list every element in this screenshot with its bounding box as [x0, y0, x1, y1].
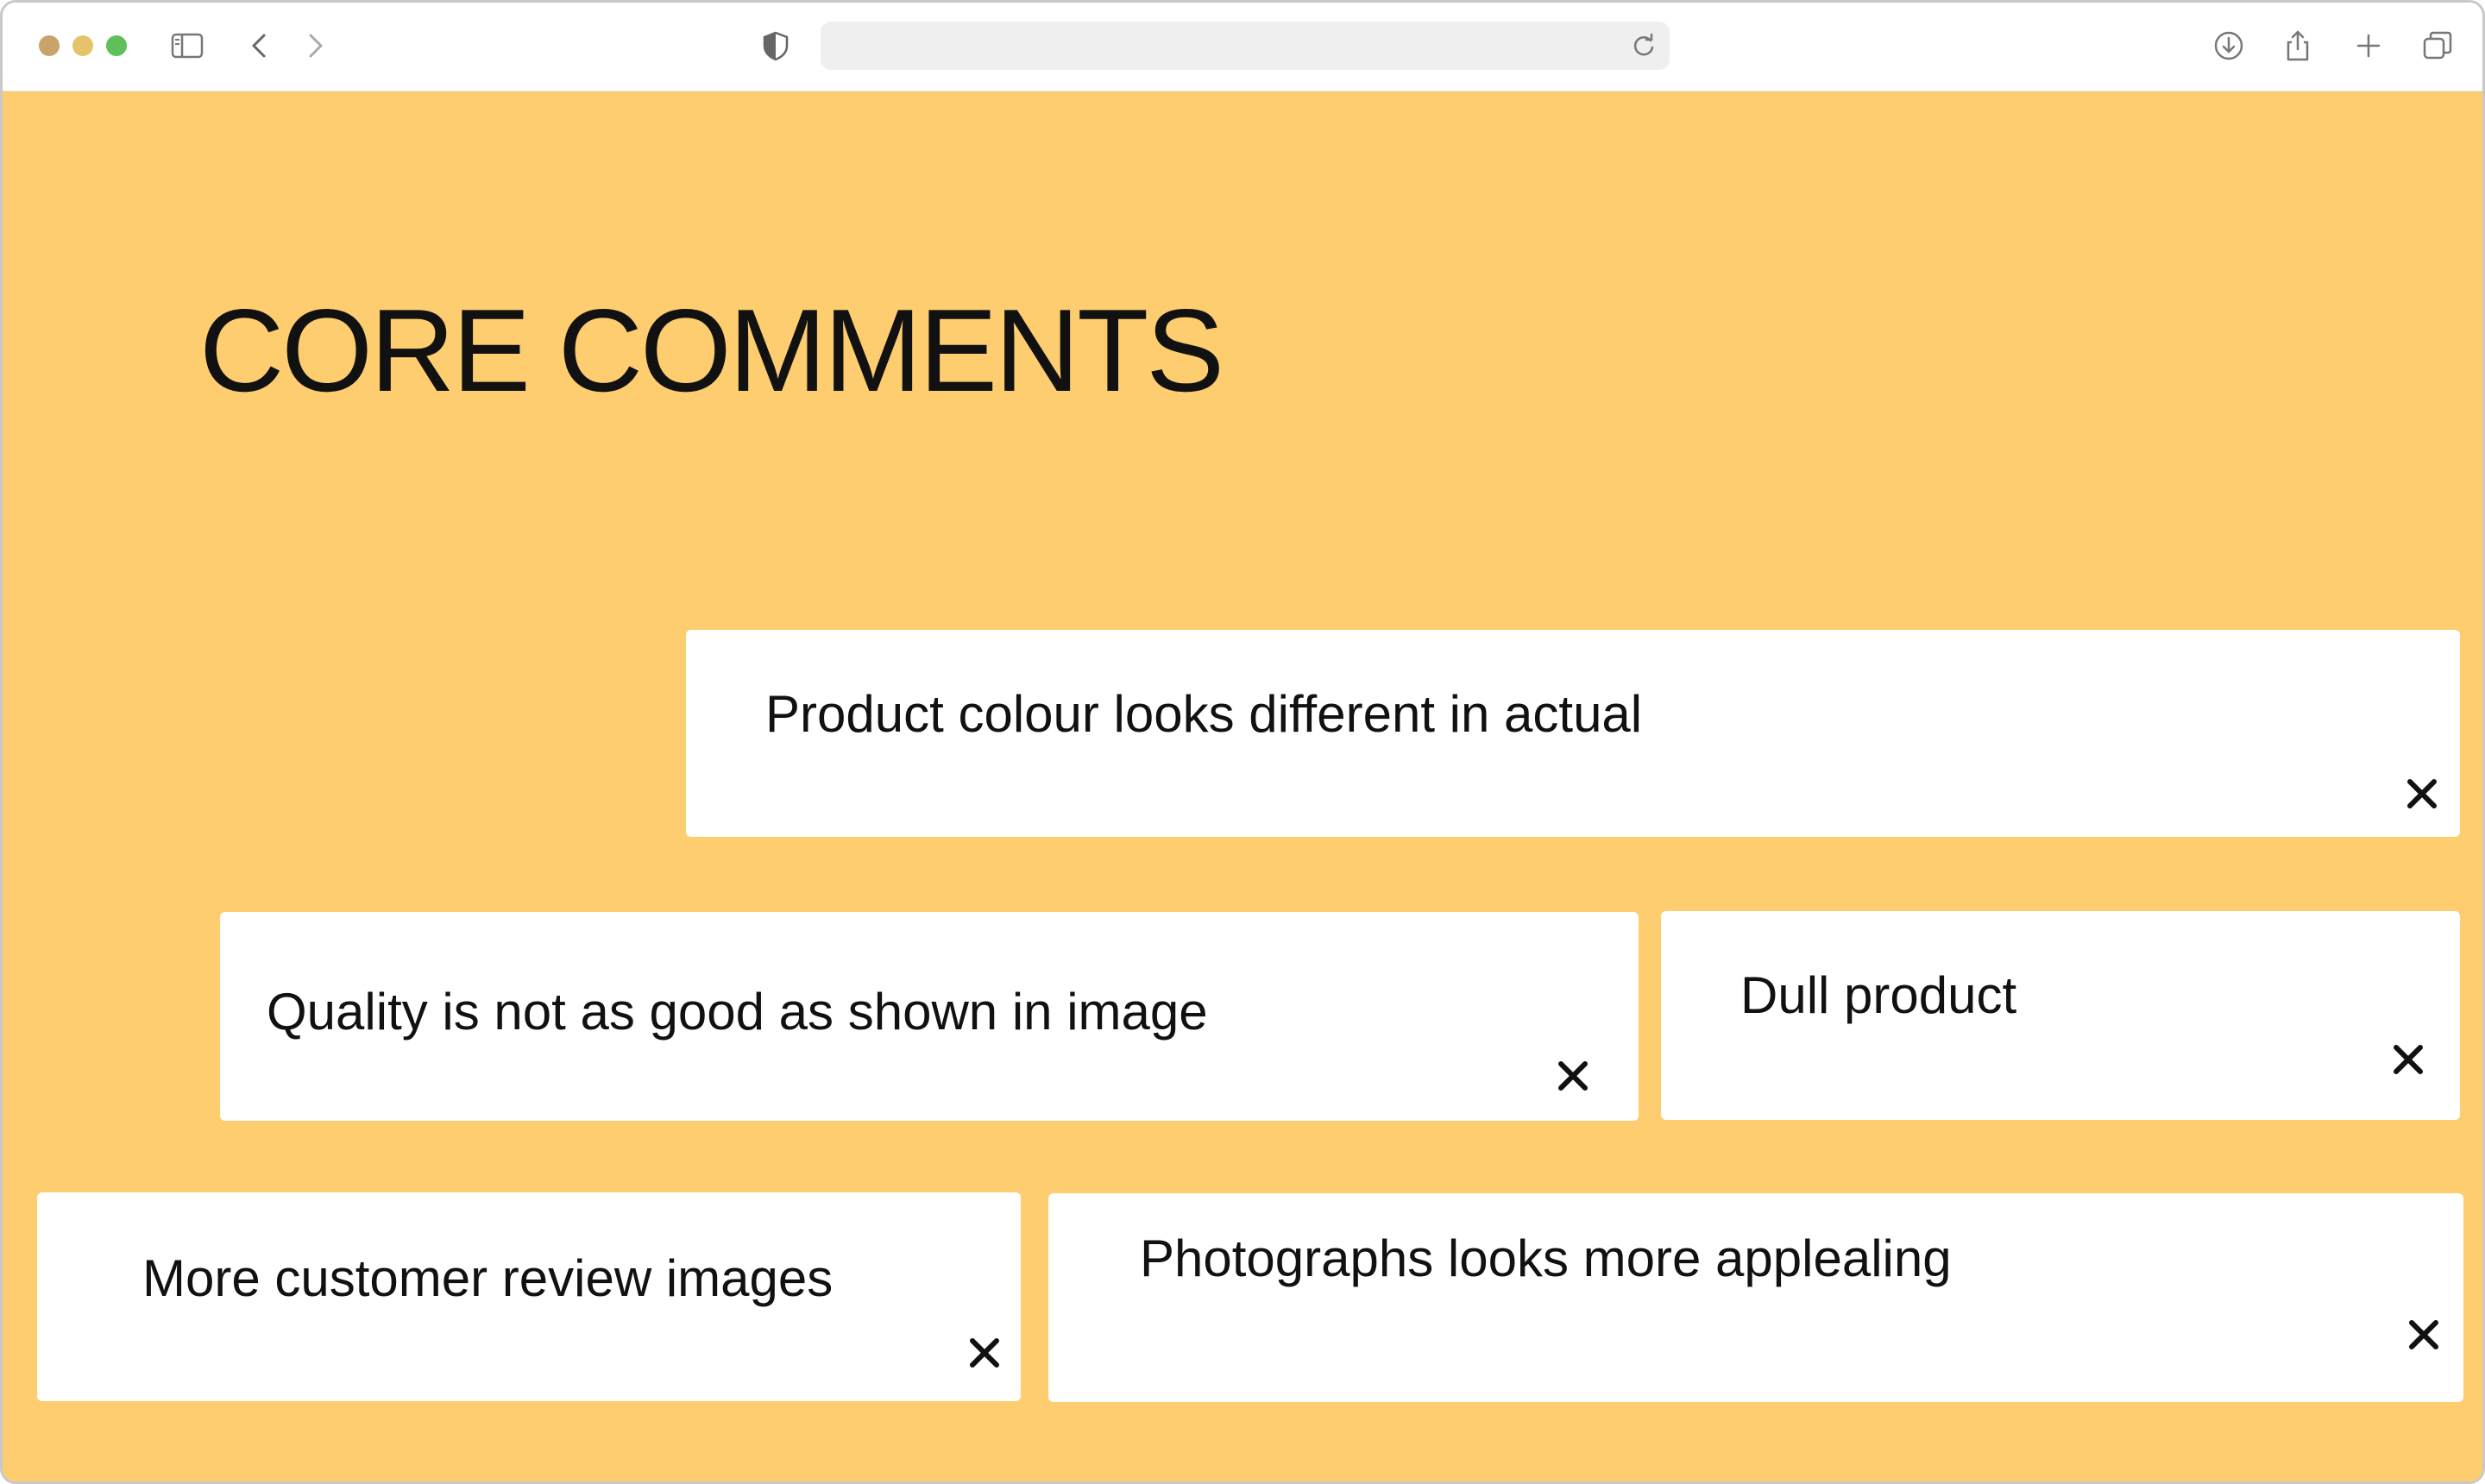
minimize-window-button[interactable] — [72, 35, 93, 56]
forward-icon[interactable] — [296, 27, 334, 65]
download-icon[interactable] — [2210, 27, 2248, 65]
comment-text: Photographs looks more applealing — [1140, 1229, 1952, 1287]
comment-text: Product colour looks different in actual — [765, 685, 1643, 743]
close-icon[interactable] — [964, 1332, 1005, 1374]
browser-window: CORE COMMENTS Product colour looks diffe… — [0, 0, 2485, 1484]
page-content: CORE COMMENTS Product colour looks diffe… — [3, 91, 2482, 1481]
close-icon[interactable] — [2401, 773, 2443, 814]
close-window-button[interactable] — [39, 35, 60, 56]
page-title: CORE COMMENTS — [199, 285, 1224, 416]
close-icon[interactable] — [2403, 1314, 2444, 1355]
comment-card: Photographs looks more applealing — [1048, 1193, 2463, 1402]
comment-card: More customer review images — [37, 1192, 1021, 1401]
tab-overview-icon[interactable] — [2419, 27, 2457, 65]
comment-card: Dull product — [1661, 911, 2460, 1120]
comment-card: Quality is not as good as shown in image — [220, 912, 1639, 1121]
new-tab-icon[interactable] — [2350, 27, 2387, 65]
sidebar-icon[interactable] — [168, 27, 206, 65]
address-input[interactable] — [841, 22, 1604, 72]
comment-text: More customer review images — [142, 1249, 834, 1307]
back-icon[interactable] — [241, 27, 279, 65]
close-icon[interactable] — [1552, 1055, 1594, 1097]
browser-toolbar — [3, 3, 2482, 91]
close-icon[interactable] — [2387, 1039, 2429, 1080]
comment-text: Dull product — [1740, 966, 2017, 1024]
privacy-shield-icon[interactable] — [757, 27, 795, 65]
comment-card: Product colour looks different in actual — [686, 630, 2460, 837]
comment-text: Quality is not as good as shown in image — [267, 983, 1208, 1041]
reload-icon[interactable] — [1628, 30, 1659, 61]
zoom-window-button[interactable] — [106, 35, 127, 56]
address-bar[interactable] — [821, 22, 1670, 72]
share-icon[interactable] — [2279, 27, 2317, 65]
